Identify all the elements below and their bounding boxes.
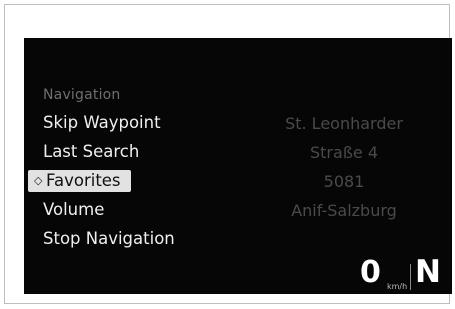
- menu-item-favorites-label: Favorites: [46, 171, 121, 190]
- menu-item-volume[interactable]: Volume: [43, 200, 104, 219]
- instrument-display: Navigation Skip Waypoint Last Search ◇ Fa…: [24, 38, 452, 294]
- destination-street: St. Leonharder: [285, 114, 403, 133]
- destination-city: Anif-Salzburg: [291, 201, 397, 220]
- menu-item-stop-navigation[interactable]: Stop Navigation: [43, 229, 175, 248]
- gear-divider: [410, 264, 411, 290]
- menu-title: Navigation: [43, 87, 121, 103]
- selection-diamond-icon: ◇: [34, 174, 43, 187]
- menu-item-skip-waypoint[interactable]: Skip Waypoint: [43, 113, 161, 132]
- gear-indicator: N: [415, 254, 441, 290]
- destination-postcode: 5081: [323, 172, 365, 191]
- menu-item-last-search[interactable]: Last Search: [43, 142, 139, 161]
- destination-street-number: Straße 4: [310, 143, 378, 162]
- speed-readout: 0: [360, 255, 381, 290]
- speed-unit: km/h: [387, 282, 408, 291]
- menu-item-favorites[interactable]: ◇ Favorites: [28, 170, 131, 192]
- image-frame: Navigation Skip Waypoint Last Search ◇ Fa…: [4, 4, 452, 304]
